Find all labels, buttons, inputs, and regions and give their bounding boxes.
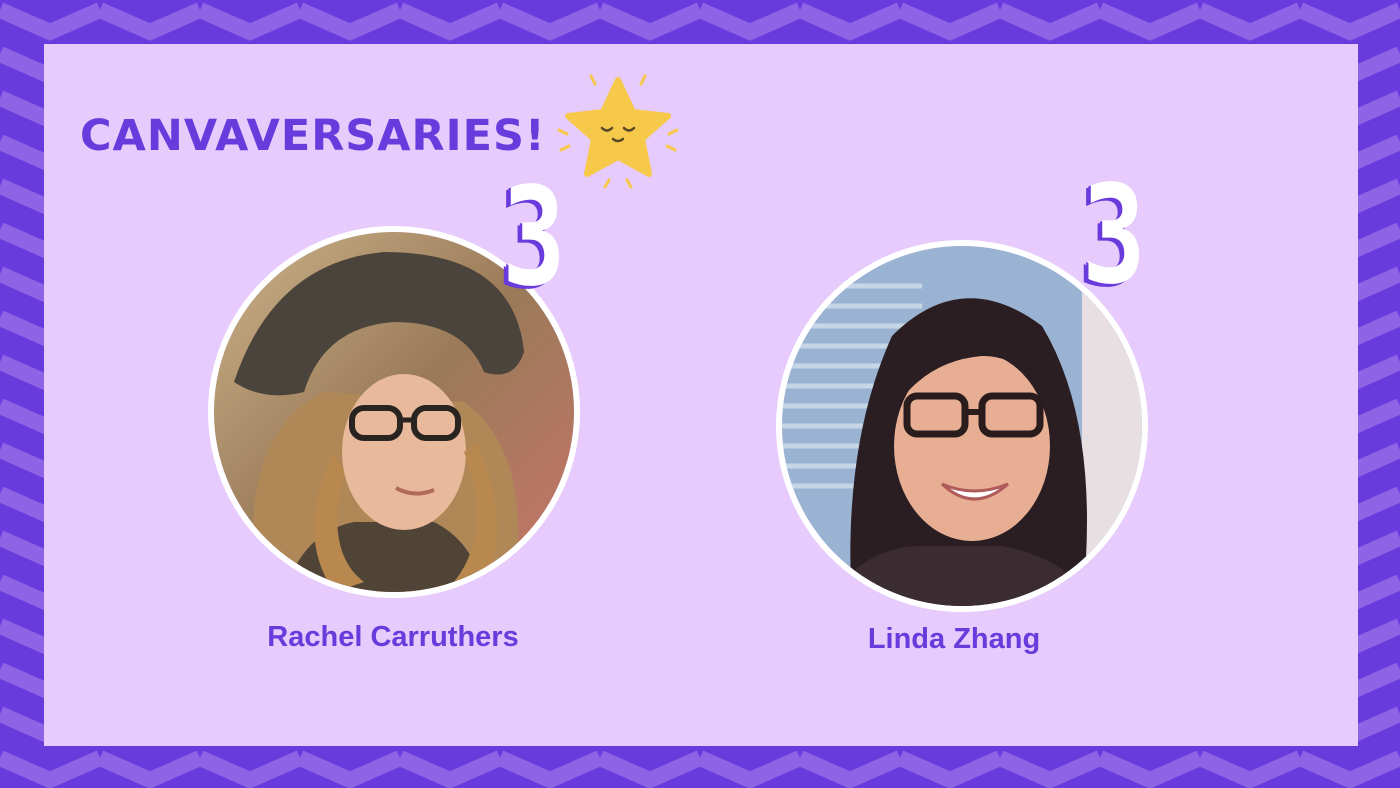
anniversary-years-badge: 3 bbox=[502, 159, 566, 317]
canvaversary-card: CANVAVERSARIES! 3 Rachel Carruthers 3 Li… bbox=[0, 0, 1400, 788]
page-title: CANVAVERSARIES! bbox=[80, 111, 546, 161]
anniversary-years-badge: 3 bbox=[1082, 157, 1146, 315]
person-name: Rachel Carruthers bbox=[267, 621, 519, 653]
person-name: Linda Zhang bbox=[867, 623, 1041, 655]
sleeping-star-icon bbox=[557, 74, 679, 189]
